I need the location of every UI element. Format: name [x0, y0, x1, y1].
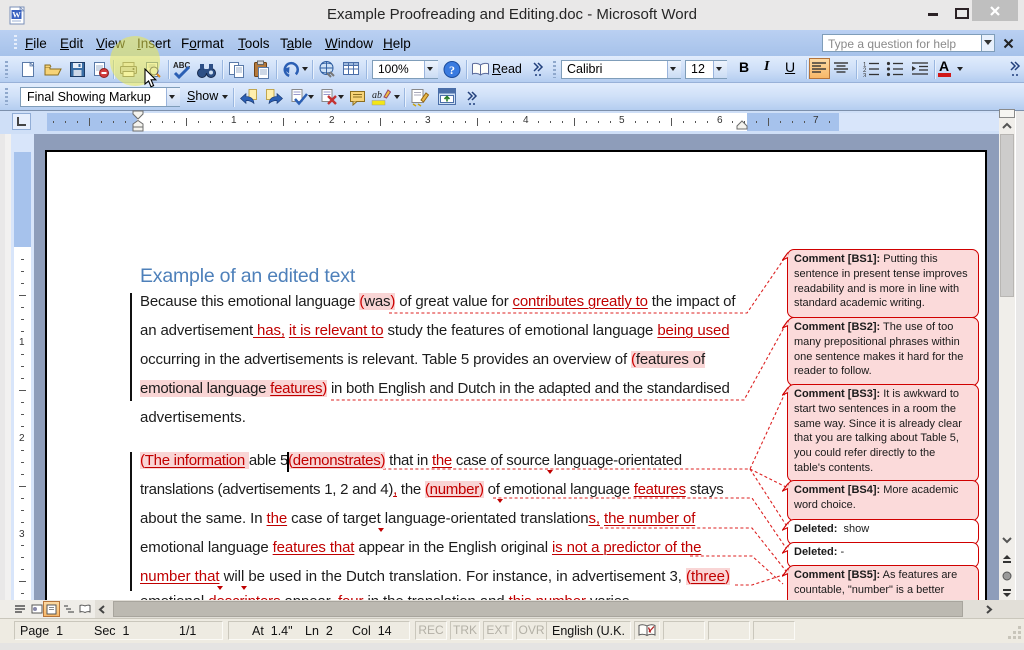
svg-text:3: 3: [863, 74, 867, 78]
svg-text:?: ?: [449, 63, 455, 77]
svg-text:ab: ab: [372, 90, 382, 101]
